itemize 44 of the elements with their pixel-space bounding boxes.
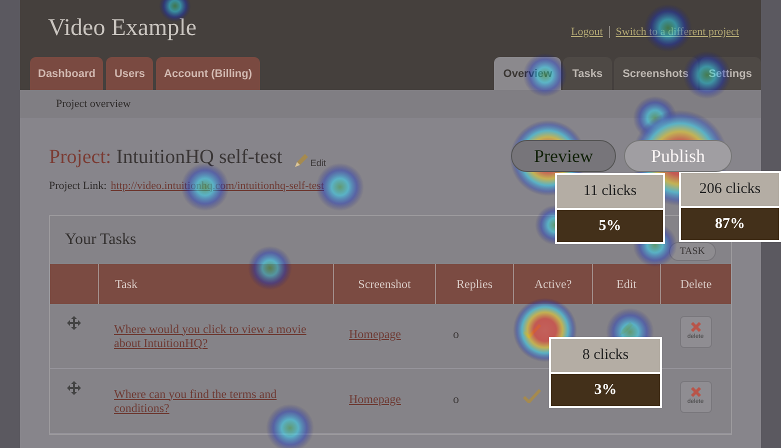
column-header: Screenshot [358,276,411,292]
project-title: Project: IntuitionHQ self-test [49,145,282,170]
click-percent: 3% [551,374,660,406]
section-tab[interactable]: Screenshots [614,56,698,90]
logout-link[interactable]: Logout [571,24,603,40]
project-link-label: Project Link: [49,179,107,194]
heat-spot [248,246,292,290]
section-tab[interactable]: Overview [494,56,562,90]
heat-spot [266,404,314,448]
check-icon[interactable] [523,324,541,338]
replies-count: o [453,326,459,340]
move-icon[interactable] [67,380,81,394]
site-title: Video Example [48,16,197,40]
project-link[interactable]: http://video.intuitionhq.com/intuitionhq-self-test [110,178,324,194]
breadcrumb: Project overview [56,96,131,112]
click-count: 11 clicks [557,175,663,208]
nav-tab[interactable]: Dashboard [30,56,104,90]
cross-icon [690,386,702,398]
click-percent: 87% [681,208,779,240]
nav-tab[interactable]: Users [106,56,154,90]
cross-icon [690,321,702,333]
task-link[interactable]: Where would you click to view a movie about IntuitionHQ? [114,322,325,350]
publish-button[interactable]: Publish [624,140,732,172]
check-icon[interactable] [523,388,541,402]
click-count: 8 clicks [551,339,660,372]
column-header: Active? [534,276,572,292]
click-count: 206 clicks [681,173,779,206]
column-header: Replies [456,276,492,292]
click-percent: 5% [557,210,663,242]
move-icon[interactable] [67,316,81,330]
replies-count: o [453,392,459,406]
nav-tab[interactable]: Account (Billing) [156,56,260,90]
column-header: Edit [616,276,636,292]
screenshot-link[interactable]: Homepage [349,326,401,340]
section-tab[interactable]: Tasks [563,56,612,90]
column-header: Task [115,276,138,292]
preview-button[interactable]: Preview [510,140,616,172]
screenshot-link[interactable]: Homepage [349,392,401,406]
add-task-button[interactable]: TASK [668,242,716,260]
column-header: Delete [680,276,712,292]
pencil-icon [292,152,310,170]
edit-link[interactable]: Edit [310,156,326,170]
task-link[interactable]: Where can you find the terms and conditions? [114,386,325,414]
panel-title: Your Tasks [65,230,136,250]
